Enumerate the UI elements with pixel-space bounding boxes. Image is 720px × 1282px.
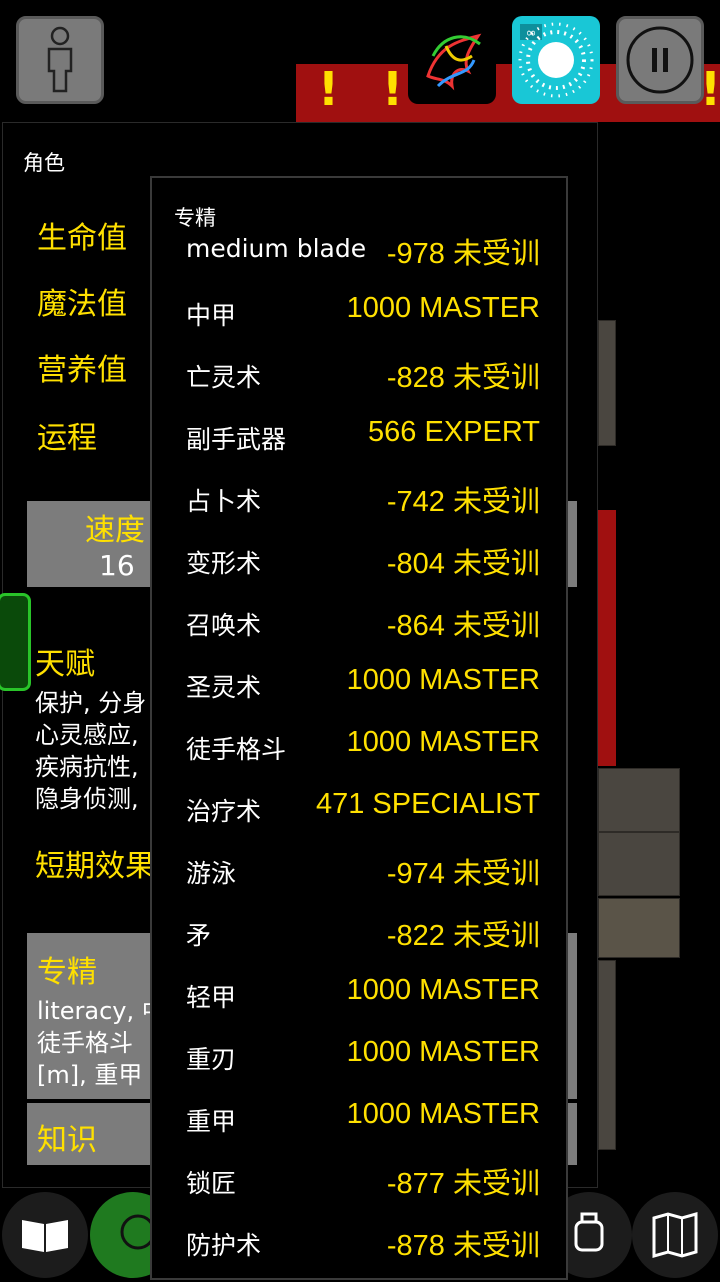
- map-tile: [598, 960, 616, 1150]
- spec-line: 徒手格斗: [37, 1029, 133, 1057]
- stat-hp-label: 生命值: [37, 221, 127, 256]
- stat-mp-label: 魔法值: [37, 287, 127, 322]
- book-icon: [22, 1220, 68, 1252]
- spec-value: -742 未受训: [386, 486, 540, 518]
- spec-row[interactable]: 亡灵术 -828 未受训: [152, 344, 570, 406]
- talents-label: 天赋: [35, 647, 95, 682]
- spec-name: 游泳: [186, 859, 237, 888]
- spec-value: -864 未受训: [386, 610, 540, 642]
- spec-value: -822 未受训: [386, 920, 540, 952]
- map-wall: [598, 510, 616, 766]
- ad-button[interactable]: ∞: [512, 16, 600, 104]
- spec-name: 轻甲: [186, 983, 237, 1012]
- dragon-logo-icon: [426, 33, 482, 91]
- spec-name: 中甲: [186, 301, 237, 330]
- speed-label: 速度: [85, 513, 145, 548]
- speed-value: 16: [99, 549, 135, 582]
- map-button[interactable]: [632, 1192, 718, 1278]
- spec-row[interactable]: 重刃 1000 MASTER: [152, 1026, 570, 1088]
- spec-value: -974 未受训: [386, 858, 540, 890]
- map-tile: [598, 832, 680, 896]
- spec-name: 徒手格斗: [186, 735, 287, 764]
- spec-name: 变形术: [186, 549, 262, 578]
- spec-value: 471 SPECIALIST: [315, 788, 540, 820]
- person-icon: [47, 26, 73, 93]
- spec-row[interactable]: 召唤术 -864 未受训: [152, 592, 570, 654]
- spec-name: 重甲: [186, 1107, 237, 1136]
- talents-line: 疾病抗性,: [35, 753, 139, 781]
- spec-name: 副手武器: [186, 425, 287, 454]
- spec-value: -828 未受训: [386, 362, 540, 394]
- warning-marker: !: [318, 62, 339, 116]
- spec-row[interactable]: medium blade -978 未受训: [152, 220, 570, 282]
- spec-row[interactable]: 重甲 1000 MASTER: [152, 1088, 570, 1150]
- left-drawer-handle[interactable]: [0, 593, 31, 691]
- spec-label: 专精: [37, 955, 97, 990]
- spec-name: medium blade: [186, 234, 367, 263]
- spec-name: 治疗术: [186, 797, 262, 826]
- map-icon: [652, 1212, 698, 1258]
- spec-value: 1000 MASTER: [346, 292, 540, 324]
- specialization-popup[interactable]: 专精 medium blade -978 未受训 中甲 1000 MASTER 亡灵…: [150, 176, 568, 1280]
- talents-line: 隐身侦测,: [35, 785, 139, 813]
- knowledge-label: 知识: [37, 1123, 97, 1158]
- spec-value: -878 未受训: [386, 1230, 540, 1262]
- talents-line: 心灵感应,: [35, 721, 139, 749]
- short-effects-label: 短期效果: [35, 849, 155, 884]
- spec-row[interactable]: 圣灵术 1000 MASTER: [152, 654, 570, 716]
- spec-row[interactable]: 占卜术 -742 未受训: [152, 468, 570, 530]
- panel-title: 角色: [23, 151, 65, 175]
- map-tile: [598, 320, 616, 446]
- ad-sparkle-icon: ∞: [518, 22, 594, 98]
- dragon-button[interactable]: [408, 16, 496, 104]
- map-tile: [598, 898, 680, 958]
- spec-name: 召唤术: [186, 611, 262, 640]
- spec-name: 占卜术: [186, 487, 262, 516]
- spec-value: 1000 MASTER: [346, 1098, 540, 1130]
- spec-value: 1000 MASTER: [346, 974, 540, 1006]
- spec-name: 圣灵术: [186, 673, 262, 702]
- spec-value: -804 未受训: [386, 548, 540, 580]
- spec-name: 防护术: [186, 1231, 262, 1260]
- pause-icon: [626, 26, 694, 94]
- spec-row[interactable]: 锁匠 -877 未受训: [152, 1150, 570, 1212]
- journal-button[interactable]: [2, 1192, 88, 1278]
- spec-value: -978 未受训: [386, 238, 540, 270]
- spec-line: [m], 重甲: [37, 1061, 143, 1089]
- spec-name: 矛: [186, 921, 212, 950]
- spec-value: 1000 MASTER: [346, 726, 540, 758]
- spec-row[interactable]: 治疗术 471 SPECIALIST: [152, 778, 570, 840]
- talents-line: 保护, 分身: [35, 689, 147, 717]
- spec-row[interactable]: 中甲 1000 MASTER: [152, 282, 570, 344]
- spec-name: 锁匠: [186, 1169, 237, 1198]
- spec-line: literacy, 中: [37, 997, 166, 1025]
- spec-row[interactable]: 防护术 -878 未受训: [152, 1212, 570, 1274]
- spec-name: 重刃: [186, 1045, 237, 1074]
- spec-value: 1000 MASTER: [346, 1036, 540, 1068]
- spec-value: 566 EXPERT: [368, 416, 540, 448]
- stat-luck-label: 运程: [37, 421, 97, 456]
- stat-nutrition-label: 营养值: [37, 353, 127, 388]
- spec-value: -877 未受训: [386, 1168, 540, 1200]
- spec-name: 亡灵术: [186, 363, 262, 392]
- pause-button[interactable]: [616, 16, 704, 104]
- spec-row[interactable]: 副手武器 566 EXPERT: [152, 406, 570, 468]
- spec-value: 1000 MASTER: [346, 664, 540, 696]
- spec-row[interactable]: 变形术 -804 未受训: [152, 530, 570, 592]
- spec-row[interactable]: 游泳 -974 未受训: [152, 840, 570, 902]
- warning-marker: !: [382, 62, 403, 116]
- character-button[interactable]: [16, 16, 104, 104]
- spec-row[interactable]: 徒手格斗 1000 MASTER: [152, 716, 570, 778]
- spec-row[interactable]: 矛 -822 未受训: [152, 902, 570, 964]
- map-tile: [598, 768, 680, 832]
- spec-row[interactable]: 轻甲 1000 MASTER: [152, 964, 570, 1026]
